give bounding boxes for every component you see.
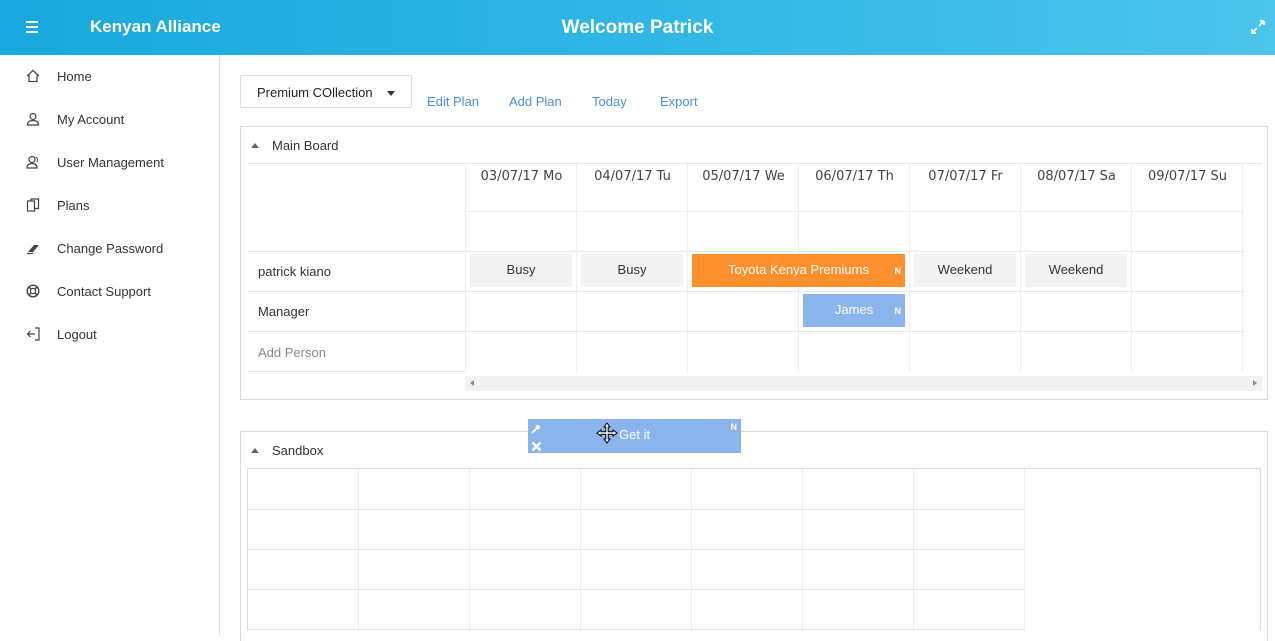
sidebar-item-label: Change Password <box>57 241 164 256</box>
panel-title: Main Board <box>272 138 339 153</box>
event-badge: N <box>730 422 738 432</box>
main-content: Premium COllection Edit Plan Add Plan To… <box>221 55 1275 641</box>
sidebar-item-label: User Management <box>57 155 164 170</box>
row-label-role[interactable]: Manager <box>258 304 309 319</box>
main-board-panel: Main Board 03/07/17 Mo 04/07/17 Tu 05/07… <box>240 126 1268 400</box>
weekend-cell[interactable]: Weekend <box>1025 254 1127 287</box>
grid-line <box>687 251 688 371</box>
grid-line <box>576 251 577 371</box>
sidebar-item-label: My Account <box>57 112 125 127</box>
brand-title[interactable]: Kenyan Alliance <box>90 17 221 37</box>
busy-cell[interactable]: Busy <box>470 254 572 287</box>
column-header: 03/07/17 Mo <box>465 163 577 251</box>
grid-line <box>1024 469 1025 631</box>
column-header: 09/07/17 Su <box>1131 163 1243 251</box>
sidebar-item-logout[interactable]: Logout <box>0 318 219 352</box>
sidebar-item-user-management[interactable]: User Management <box>0 146 219 180</box>
wrench-icon[interactable] <box>531 421 541 434</box>
grid-line <box>248 629 1025 630</box>
grid-line <box>909 251 910 371</box>
scroll-left-icon[interactable] <box>470 380 474 386</box>
event-label: Get it <box>619 427 651 442</box>
sidebar-item-home[interactable]: Home <box>0 60 219 94</box>
move-cursor-icon <box>596 422 618 444</box>
sidebar-item-my-account[interactable]: My Account <box>0 103 219 137</box>
copy-icon <box>26 198 42 214</box>
scroll-right-icon[interactable] <box>1253 380 1257 386</box>
column-header: 05/07/17 We <box>687 163 799 251</box>
sandbox-grid[interactable] <box>247 468 1261 631</box>
collapse-icon <box>251 143 259 148</box>
sidebar-item-label: Logout <box>57 327 97 342</box>
sidebar: Home My Account User Management Plans Ch… <box>0 55 220 636</box>
row-label-person[interactable]: patrick kiano <box>258 264 331 279</box>
grid-line <box>691 469 692 631</box>
grid-line <box>469 469 470 631</box>
dragged-event-get-it[interactable]: Get it N <box>528 419 741 453</box>
grid-line <box>248 549 1025 550</box>
close-icon[interactable] <box>531 439 542 452</box>
schedule-grid: 03/07/17 Mo 04/07/17 Tu 05/07/17 We 06/0… <box>248 163 1262 399</box>
sandbox-panel: Sandbox <box>240 431 1268 641</box>
grid-line <box>1242 163 1243 371</box>
grid-line <box>358 469 359 631</box>
grid-line <box>248 509 1025 510</box>
event-badge: N <box>894 266 902 276</box>
eraser-icon <box>26 241 42 257</box>
sidebar-item-label: Home <box>57 69 92 84</box>
weekend-cell[interactable]: Weekend <box>914 254 1016 287</box>
export-link[interactable]: Export <box>660 94 698 109</box>
grid-line <box>1020 251 1021 371</box>
today-link[interactable]: Today <box>592 94 627 109</box>
top-bar: Kenyan Alliance Welcome Patrick <box>0 0 1275 55</box>
logout-icon <box>26 327 42 343</box>
plan-select-value: Premium COllection <box>257 85 373 100</box>
add-person-button[interactable]: Add Person <box>258 345 326 360</box>
sidebar-item-change-password[interactable]: Change Password <box>0 232 219 266</box>
hamburger-icon[interactable] <box>26 18 44 38</box>
grid-line <box>802 469 803 631</box>
horizontal-scrollbar[interactable] <box>465 376 1262 391</box>
grid-line <box>580 469 581 631</box>
sidebar-item-label: Plans <box>57 198 90 213</box>
plan-select[interactable]: Premium COllection <box>240 75 412 108</box>
edit-plan-link[interactable]: Edit Plan <box>427 94 479 109</box>
event-james[interactable]: James N <box>803 294 905 327</box>
grid-line <box>1131 251 1132 371</box>
user-icon <box>26 112 42 128</box>
add-plan-link[interactable]: Add Plan <box>509 94 562 109</box>
chevron-down-icon <box>387 91 395 96</box>
busy-cell[interactable]: Busy <box>581 254 683 287</box>
event-label: James <box>834 302 874 317</box>
event-badge: N <box>894 306 902 316</box>
sidebar-item-label: Contact Support <box>57 284 151 299</box>
column-header: 07/07/17 Fr <box>909 163 1021 251</box>
event-label: Toyota Kenya Premiums <box>728 262 869 277</box>
column-header: 04/07/17 Tu <box>576 163 688 251</box>
column-header: 08/07/17 Sa <box>1020 163 1132 251</box>
sidebar-item-plans[interactable]: Plans <box>0 189 219 223</box>
collapse-icon <box>251 448 259 453</box>
column-header: 06/07/17 Th <box>798 163 910 251</box>
grid-line <box>248 291 1244 292</box>
panel-title: Sandbox <box>272 443 324 458</box>
users-icon <box>26 155 42 171</box>
expand-icon[interactable] <box>1251 20 1265 34</box>
lifebuoy-icon <box>26 284 42 300</box>
grid-line <box>248 589 1025 590</box>
grid-line <box>248 371 466 372</box>
grid-line <box>465 251 466 371</box>
home-icon <box>26 69 42 85</box>
grid-line <box>913 469 914 631</box>
grid-line <box>248 251 1244 252</box>
event-toyota[interactable]: Toyota Kenya Premiums N <box>692 254 905 287</box>
grid-line <box>248 331 1244 332</box>
sidebar-item-contact-support[interactable]: Contact Support <box>0 275 219 309</box>
